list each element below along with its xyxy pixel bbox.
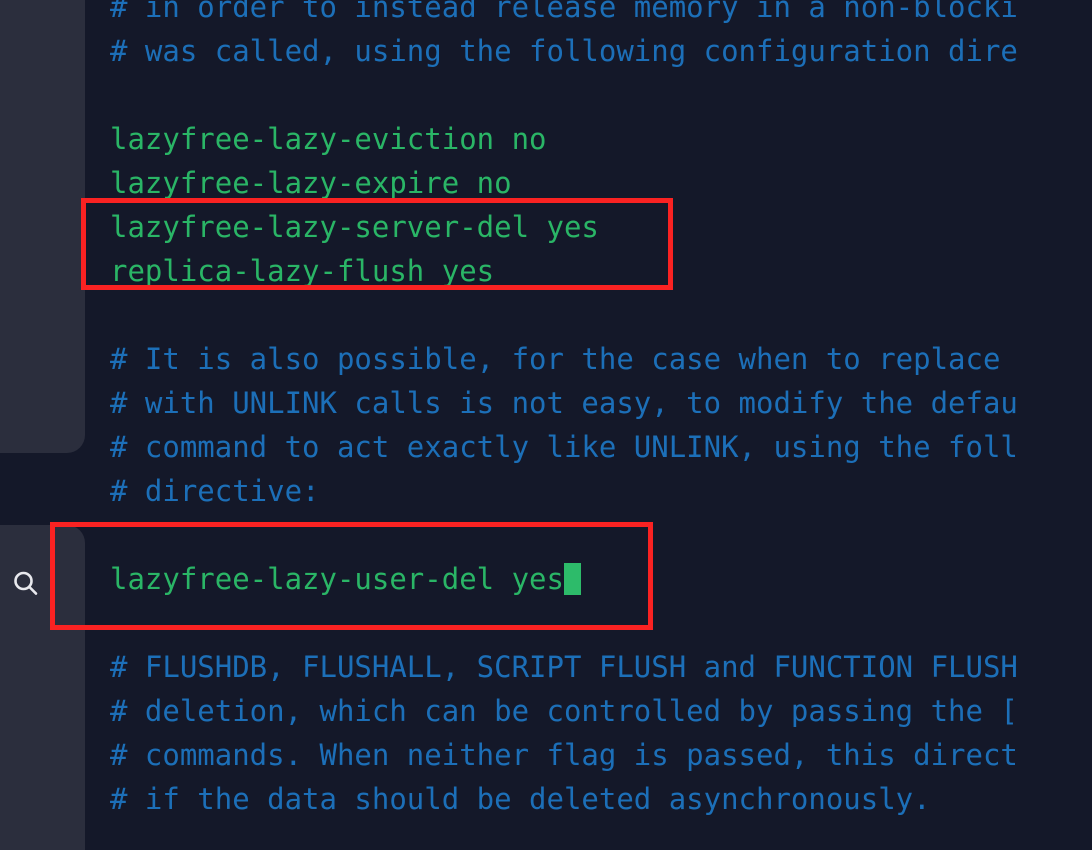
config-value: yes	[546, 210, 599, 244]
code-line: # command to act exactly like UNLINK, us…	[110, 425, 1092, 469]
sidebar-panel-top	[0, 0, 85, 453]
code-line: # commands. When neither flag is passed,…	[110, 733, 1092, 777]
code-line: # FLUSHDB, FLUSHALL, SCRIPT FLUSH and FU…	[110, 645, 1092, 689]
code-line: lazyfree-lazy-user-del yes	[110, 557, 1092, 601]
code-line	[110, 601, 1092, 645]
code-comment: # with UNLINK calls is not easy, to modi…	[110, 386, 1018, 420]
code-line: # in order to instead release memory in …	[110, 0, 1092, 29]
search-icon-glyph	[14, 571, 38, 595]
text-cursor	[563, 563, 581, 595]
code-line: # with UNLINK calls is not easy, to modi…	[110, 381, 1092, 425]
code-line: # if the data should be deleted asynchro…	[110, 777, 1092, 821]
editor-screen: # in order to instead release memory in …	[0, 0, 1092, 850]
config-value: yes	[441, 254, 495, 288]
code-comment: # directive:	[110, 474, 320, 508]
code-line: # was called, using the following config…	[110, 29, 1092, 73]
code-line	[110, 73, 1092, 117]
config-key: lazyfree-lazy-eviction	[110, 122, 512, 156]
code-comment: # if the data should be deleted asynchro…	[110, 782, 931, 816]
code-comment: # commands. When neither flag is passed,…	[110, 738, 1018, 772]
code-comment: # deletion, which can be controlled by p…	[110, 694, 1018, 728]
config-value: yes	[511, 562, 564, 596]
code-line	[110, 293, 1092, 337]
code-line: replica-lazy-flush yes	[110, 249, 1092, 293]
code-comment: # It is also possible, for the case when…	[110, 342, 1001, 376]
code-comment: # in order to instead release memory in …	[110, 0, 1018, 24]
code-line: lazyfree-lazy-eviction no	[110, 117, 1092, 161]
config-key: lazyfree-lazy-expire	[110, 166, 477, 200]
code-comment: # FLUSHDB, FLUSHALL, SCRIPT FLUSH and FU…	[110, 650, 1018, 684]
code-line	[110, 513, 1092, 557]
code-line: # It is also possible, for the case when…	[110, 337, 1092, 381]
config-key: lazyfree-lazy-server-del	[110, 210, 547, 244]
search-icon[interactable]	[6, 564, 46, 604]
code-line: # deletion, which can be controlled by p…	[110, 689, 1092, 733]
config-value: no	[476, 166, 512, 200]
code-line: # directive:	[110, 469, 1092, 513]
code-comment: # command to act exactly like UNLINK, us…	[110, 430, 1018, 464]
config-key: lazyfree-lazy-user-del	[110, 562, 512, 596]
config-key: replica-lazy-flush	[110, 254, 442, 288]
config-value: no	[511, 122, 547, 156]
code-line: lazyfree-lazy-expire no	[110, 161, 1092, 205]
code-content: # in order to instead release memory in …	[110, 0, 1092, 821]
code-editor[interactable]: # in order to instead release memory in …	[85, 0, 1092, 850]
code-line: lazyfree-lazy-server-del yes	[110, 205, 1092, 249]
code-comment: # was called, using the following config…	[110, 34, 1018, 68]
